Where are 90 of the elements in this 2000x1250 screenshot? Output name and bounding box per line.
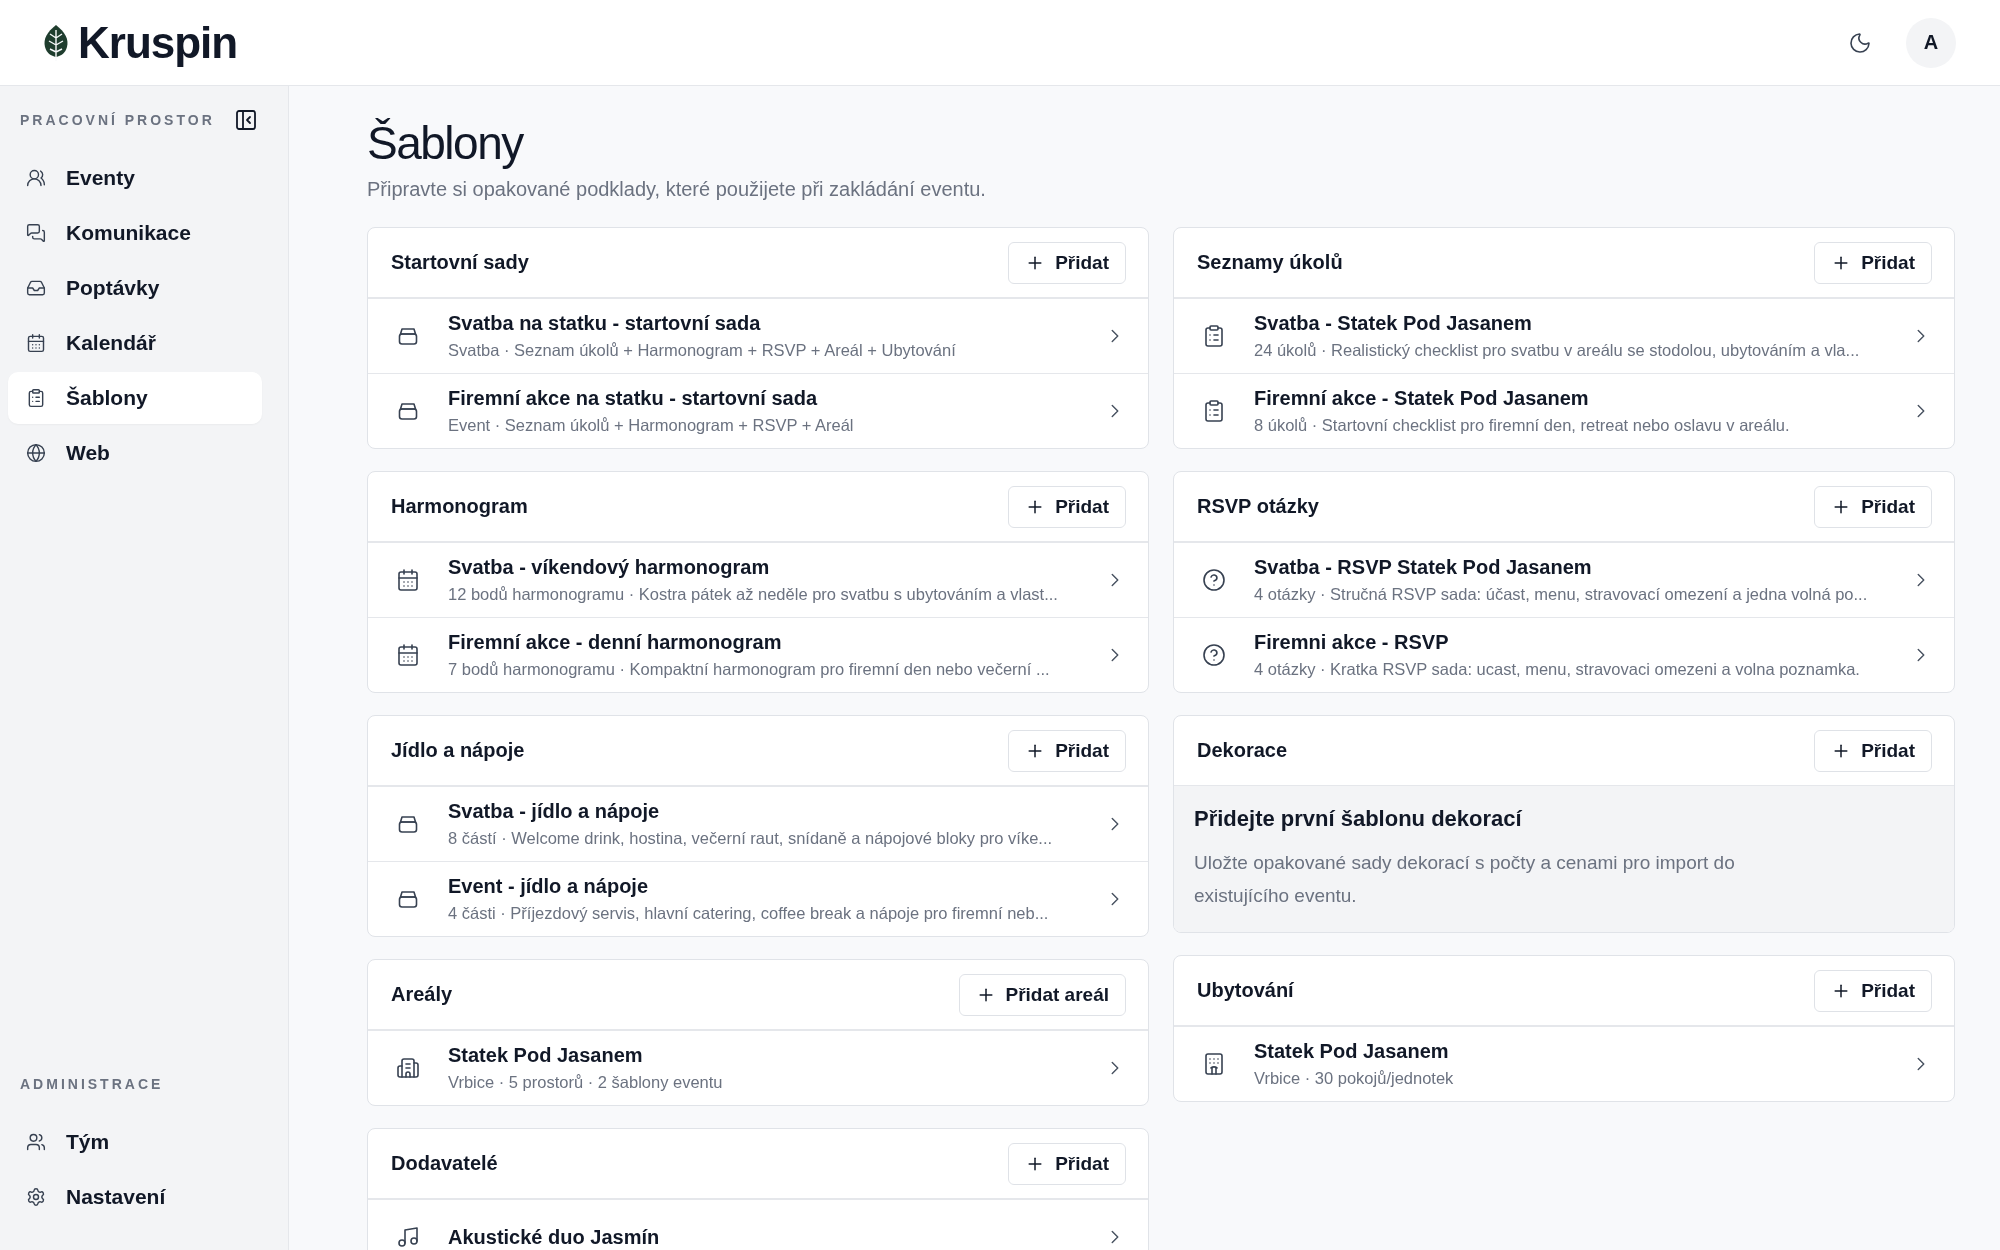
template-title: Svatba - víkendový harmonogram <box>448 556 771 579</box>
building-icon <box>396 1056 420 1080</box>
calendar-icon <box>26 333 46 353</box>
template-title: Svatba na statku - startovní sada <box>448 312 762 335</box>
users-icon <box>26 168 46 188</box>
template-title: Firemni akce - RSVP <box>1254 631 1450 654</box>
add-button[interactable]: Přidat <box>1008 729 1126 772</box>
card-title: RSVP otázky <box>1197 495 1319 518</box>
template-row[interactable]: Akustické duo Jasmín <box>368 1199 1148 1250</box>
card-title: Areály <box>391 983 453 1006</box>
template-row[interactable]: Firemni akce - RSVP 4 otázky · Kratka RSVP sada: ucast, menu, stravovaci omezeni a volna poznamka. <box>1174 617 1954 692</box>
template-title: Event - jídlo a nápoje <box>448 875 650 898</box>
add-button[interactable]: Přidat <box>1008 485 1126 528</box>
card-title: Jídlo a nápoje <box>391 739 525 762</box>
sidebar-item[interactable]: Eventy <box>8 152 262 204</box>
inbox-icon <box>26 278 46 298</box>
card-title: Seznamy úkolů <box>1197 251 1343 274</box>
sidebar-item[interactable]: Kalendář <box>8 317 262 369</box>
empty-text: Uložte opakované sady dekorací s počty a cenami pro import do existujícího eventu. <box>1194 851 1736 908</box>
sidebar-item[interactable]: Web <box>8 427 262 479</box>
template-subtitle: Vrbice · 5 prostorů · 2 šablony eventu <box>448 1073 724 1092</box>
template-row[interactable]: Svatba - RSVP Statek Pod Jasanem 4 otázky · Stručná RSVP sada: účast, menu, stravovací omezení a jedna volná po... <box>1174 542 1954 617</box>
sidebar-item[interactable]: Tým <box>8 1116 262 1168</box>
clipboard-icon <box>26 388 46 408</box>
help-icon <box>1202 643 1226 667</box>
template-subtitle: 4 otázky · Kratka RSVP sada: ucast, menu, stravovaci omezeni a volna poznamka. <box>1254 660 1861 679</box>
empty-title: Přidejte první šablonu dekorací <box>1194 806 1523 832</box>
users-icon <box>26 1132 46 1152</box>
sidebar-item[interactable]: Nastavení <box>8 1171 262 1223</box>
page-subtitle: Připravte si opakované podklady, které použijete při zakládání eventu. <box>367 178 987 201</box>
template-subtitle: 8 částí · Welcome drink, hostina, večerní raut, snídaně a nápojové bloky pro víke... <box>448 829 1054 848</box>
template-row[interactable]: Svatba na statku - startovní sada Svatba · Seznam úkolů + Harmonogram + RSVP + Areál + Ubytování <box>368 298 1148 373</box>
template-row[interactable]: Svatba - jídlo a nápoje 8 částí · Welcome drink, hostina, večerní raut, snídaně a nápojové bloky pro víke... <box>368 786 1148 861</box>
add-button[interactable]: Přidat <box>1814 969 1932 1012</box>
panel-collapse-icon <box>234 108 258 132</box>
template-row[interactable]: Firemní akce na statku - startovní sada Event · Seznam úkolů + Harmonogram + RSVP + Areál <box>368 373 1148 448</box>
template-title: Statek Pod Jasanem <box>448 1044 644 1067</box>
sidebar-section-label: ADMINISTRACE <box>20 1076 164 1092</box>
add-button[interactable]: Přidat <box>1814 241 1932 284</box>
template-title: Firemní akce - Statek Pod Jasanem <box>1254 387 1590 410</box>
add-button[interactable]: Přidat areál <box>958 973 1126 1016</box>
template-subtitle: 7 bodů harmonogramu · Kompaktní harmonogram pro firemní den nebo večerní ... <box>448 660 1051 679</box>
template-row[interactable]: Statek Pod Jasanem Vrbice · 30 pokojů/jednotek <box>1174 1026 1954 1101</box>
template-subtitle: 8 úkolů · Startovní checklist pro firemní den, retreat nebo oslavu v areálu. <box>1254 416 1791 435</box>
clipboard-icon <box>1202 324 1226 348</box>
card-title: Harmonogram <box>391 495 528 518</box>
card-title: Dekorace <box>1197 739 1288 762</box>
add-button[interactable]: Přidat <box>1814 729 1932 772</box>
template-title: Statek Pod Jasanem <box>1254 1040 1450 1063</box>
globe-icon <box>26 443 46 463</box>
template-subtitle: Event · Seznam úkolů + Harmonogram + RSVP + Areál <box>448 416 855 435</box>
template-subtitle: Vrbice · 30 pokojů/jednotek <box>1254 1069 1455 1088</box>
template-subtitle: 4 části · Příjezdový servis, hlavní catering, coffee break a nápoje pro firemní neb... <box>448 904 1050 923</box>
clipboard-icon <box>1202 399 1226 423</box>
settings-icon <box>26 1187 46 1207</box>
template-row[interactable]: Svatba - Statek Pod Jasanem 24 úkolů · Realistický checklist pro svatbu v areálu se stodolou, ubytováním a vla... <box>1174 298 1954 373</box>
template-row[interactable]: Event - jídlo a nápoje 4 části · Příjezdový servis, hlavní catering, coffee break a nápoje pro firemní neb... <box>368 861 1148 936</box>
sidebar-item[interactable]: Šablony <box>8 372 262 424</box>
template-subtitle: 4 otázky · Stručná RSVP sada: účast, menu, stravovací omezení a jedna volná po... <box>1254 585 1869 604</box>
template-row[interactable]: Svatba - víkendový harmonogram 12 bodů harmonogramu · Kostra pátek až neděle pro svatbu s ubytováním a vlast... <box>368 542 1148 617</box>
moon-icon <box>1848 30 1872 55</box>
template-row[interactable]: Firemní akce - Statek Pod Jasanem 8 úkolů · Startovní checklist pro firemní den, retreat nebo oslavu v areálu. <box>1174 373 1954 448</box>
template-subtitle: Svatba · Seznam úkolů + Harmonogram + RSVP + Areál + Ubytování <box>448 341 957 360</box>
user-avatar[interactable]: A <box>1906 17 1956 68</box>
sidebar-section-label: PRACOVNÍ PROSTOR <box>20 112 215 128</box>
card-title: Ubytování <box>1197 979 1294 1002</box>
template-title: Firemní akce na statku - startovní sada <box>448 387 819 410</box>
card-title: Startovní sady <box>391 251 529 274</box>
template-title: Svatba - jídlo a nápoje <box>448 800 661 823</box>
template-subtitle: 24 úkolů · Realistický checklist pro svatbu v areálu se stodolou, ubytováním a vla... <box>1254 341 1861 360</box>
template-title: Firemní akce - denní harmonogram <box>448 631 783 654</box>
template-title: Svatba - RSVP Statek Pod Jasanem <box>1254 556 1593 579</box>
card-title: Dodavatelé <box>391 1152 498 1175</box>
chat-icon <box>26 223 46 243</box>
template-row[interactable]: Firemní akce - denní harmonogram 7 bodů harmonogramu · Kompaktní harmonogram pro firemní den nebo večerní ... <box>368 617 1148 692</box>
logo-text: Kruspin <box>78 17 238 68</box>
add-button[interactable]: Přidat <box>1814 485 1932 528</box>
hotel-icon <box>1202 1052 1226 1076</box>
template-title: Svatba - Statek Pod Jasanem <box>1254 312 1533 335</box>
template-title: Akustické duo Jasmín <box>448 1225 661 1249</box>
calendar-icon <box>396 568 420 592</box>
template-row[interactable]: Statek Pod Jasanem Vrbice · 5 prostorů · 2 šablony eventu <box>368 1030 1148 1105</box>
add-button[interactable]: Přidat <box>1008 241 1126 284</box>
music-icon <box>396 1225 420 1249</box>
add-button[interactable]: Přidat <box>1008 1142 1126 1185</box>
help-icon <box>1202 568 1226 592</box>
sidebar-item[interactable]: Komunikace <box>8 207 262 259</box>
template-subtitle: 12 bodů harmonogramu · Kostra pátek až neděle pro svatbu s ubytováním a vlast... <box>448 585 1059 604</box>
sidebar-item[interactable]: Poptávky <box>8 262 262 314</box>
calendar-icon <box>396 643 420 667</box>
